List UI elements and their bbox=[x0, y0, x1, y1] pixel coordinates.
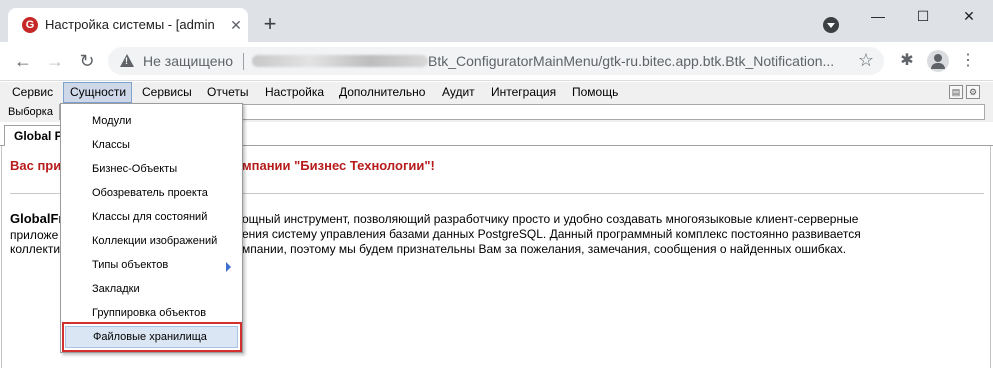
kebab-menu-icon[interactable]: ⋮ bbox=[958, 50, 978, 72]
tab-search-icon[interactable] bbox=[823, 17, 839, 33]
body-line-1-rest: ения систему управления базами данных Po… bbox=[242, 227, 861, 241]
forward-button[interactable]: → bbox=[43, 50, 67, 74]
back-button[interactable]: ← bbox=[11, 50, 35, 74]
menu-integratsiya[interactable]: Интеграция bbox=[485, 82, 562, 103]
settings-icon[interactable]: ⚙ bbox=[966, 85, 980, 99]
body-line-1-start: приложе bbox=[10, 228, 59, 242]
close-window-button[interactable]: ✕ bbox=[954, 6, 984, 26]
menu-item-klassy[interactable]: Классы bbox=[65, 134, 238, 156]
filter-label: Выборка bbox=[8, 106, 53, 118]
menu-pomoshch[interactable]: Помощь bbox=[566, 82, 624, 103]
menu-otchety[interactable]: Отчеты bbox=[201, 82, 254, 103]
body-line-2-start: коллекти bbox=[10, 242, 61, 256]
url-text[interactable]: Btk_ConfiguratorMainMenu/gtk-ru.bitec.ap… bbox=[428, 53, 840, 69]
tab-title: Настройка системы - [admin@ bbox=[45, 17, 215, 32]
entities-dropdown-menu: Модули Классы Бизнес-Объекты Обозревател… bbox=[60, 103, 243, 353]
product-name: GlobalFr bbox=[10, 211, 64, 226]
warning-icon[interactable]: ! bbox=[120, 54, 134, 67]
menu-item-zakladki[interactable]: Закладки bbox=[65, 278, 238, 300]
tab-close-icon[interactable]: ✕ bbox=[226, 15, 246, 35]
extensions-icon[interactable]: ✱ bbox=[897, 51, 917, 71]
welcome-heading-start: Вас при bbox=[10, 158, 62, 173]
welcome-heading-end: мпании "Бизнес Технологии"! bbox=[242, 158, 435, 173]
menu-audit[interactable]: Аудит bbox=[436, 82, 481, 103]
toolbar-icons: ▤ ⚙ bbox=[949, 85, 983, 99]
highlight-annotation-box bbox=[62, 322, 242, 352]
menu-servis[interactable]: Сервис bbox=[6, 82, 59, 103]
browser-tab[interactable]: G Настройка системы - [admin@ ✕ bbox=[8, 8, 248, 42]
favicon-g-icon: G bbox=[22, 17, 38, 33]
new-tab-button[interactable]: + bbox=[258, 13, 282, 37]
body-line-2-rest: мпании, поэтому мы будем признательны Ва… bbox=[242, 242, 847, 256]
menu-sushchnosti[interactable]: Сущности bbox=[63, 82, 132, 103]
menu-dopolnitelno[interactable]: Дополнительно bbox=[333, 82, 431, 103]
reload-button[interactable]: ↻ bbox=[75, 50, 99, 74]
security-status[interactable]: Не защищено bbox=[143, 53, 233, 69]
menu-item-biznes-obekty[interactable]: Бизнес-Объекты bbox=[65, 158, 238, 180]
url-redacted bbox=[252, 55, 428, 67]
menu-item-moduli[interactable]: Модули bbox=[65, 110, 238, 132]
menu-nastroyka[interactable]: Настройка bbox=[259, 82, 330, 103]
menu-servisy[interactable]: Сервисы bbox=[136, 82, 198, 103]
body-line-0-rest: ощный инструмент, позволяющий разработчи… bbox=[242, 212, 859, 226]
app-menubar: Сервис Сущности Сервисы Отчеты Настройка… bbox=[0, 82, 993, 103]
frame-border-left bbox=[1, 146, 2, 368]
menu-item-tipy-obektov[interactable]: Типы объектов bbox=[65, 254, 238, 276]
url-separator bbox=[243, 53, 244, 70]
menu-item-kollektsii-izobrazheniy[interactable]: Коллекции изображений bbox=[65, 230, 238, 252]
submenu-arrow-icon bbox=[226, 262, 231, 272]
menu-item-klassy-sostoyaniy[interactable]: Классы для состояний bbox=[65, 206, 238, 228]
print-icon[interactable]: ▤ bbox=[949, 85, 963, 99]
minimize-button[interactable]: — bbox=[863, 6, 893, 26]
menu-item-obozrevatel-proekta[interactable]: Обозреватель проекта bbox=[65, 182, 238, 204]
frame-border-right bbox=[990, 146, 991, 368]
menu-item-gruppirovka-obektov[interactable]: Группировка объектов bbox=[65, 302, 238, 324]
star-icon[interactable]: ☆ bbox=[856, 50, 876, 70]
maximize-button[interactable]: ☐ bbox=[908, 6, 938, 26]
profile-icon[interactable] bbox=[927, 50, 949, 72]
